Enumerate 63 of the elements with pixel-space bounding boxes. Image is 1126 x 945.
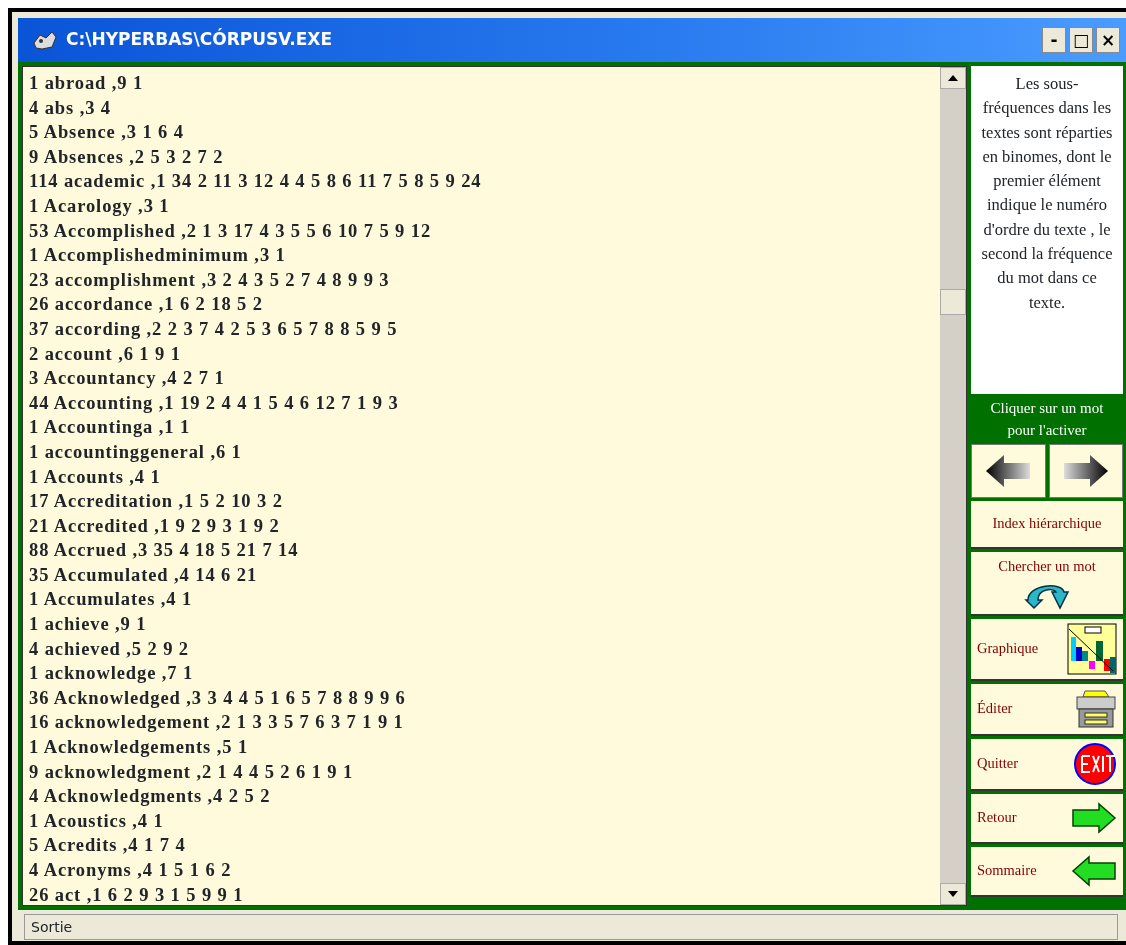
status-bar: Sortie	[24, 914, 1118, 940]
app-icon	[32, 29, 58, 51]
word-entry[interactable]: 88 Accrued ,3 35 4 18 5 21 7 14	[29, 538, 934, 563]
down-arrow-icon	[948, 891, 958, 897]
word-entry[interactable]: 26 act ,1 6 2 9 3 1 5 9 9 1	[29, 882, 934, 908]
word-entry[interactable]: 44 Accounting ,1 19 2 4 4 1 5 4 6 12 7 1 9 3	[29, 390, 934, 416]
word-entry[interactable]: 36 Acknowledged ,3 3 4 4 5 1 6 5 7 8 8 9 9 6	[29, 685, 934, 711]
word-entry[interactable]: 1 Accounts ,4 1	[29, 464, 934, 490]
word-entry[interactable]: 1 acknowledge ,7 1	[29, 661, 934, 686]
hint-text: Cliquer sur un mot pour l'activer	[989, 399, 1105, 440]
word-entry[interactable]: 9 acknowledgment ,2 1 4 4 5 2 6 1 9 1	[29, 759, 934, 785]
menu-button[interactable]: Index hiérarchique	[971, 501, 1123, 549]
word-entry[interactable]: 35 Accumulated ,4 14 6 21	[29, 562, 934, 588]
exit-sign-icon	[1073, 742, 1117, 786]
word-entry[interactable]: 1 abroad ,9 1	[29, 71, 934, 96]
menu-button[interactable]: Chercher un mot	[971, 552, 1123, 616]
menu-button[interactable]: Quitter	[971, 739, 1123, 791]
word-entry[interactable]: 1 Acarology ,3 1	[29, 193, 934, 219]
scroll-down-button[interactable]	[940, 883, 966, 905]
word-entry[interactable]: 4 achieved ,5 2 9 2	[29, 636, 934, 662]
maximize-button[interactable]: □	[1069, 27, 1093, 53]
word-entry[interactable]: 23 accomplishment ,3 2 4 3 5 2 7 4 8 9 9 3	[29, 267, 934, 293]
word-entry[interactable]: 1 accountinggeneral ,6 1	[29, 439, 934, 465]
forward-button[interactable]	[1048, 444, 1123, 498]
word-entry[interactable]: 9 Absences ,2 5 3 2 7 2	[29, 144, 934, 170]
up-arrow-icon	[948, 75, 958, 81]
scroll-up-button[interactable]	[940, 67, 966, 89]
word-entry[interactable]: 4 Acronyms ,4 1 5 1 6 2	[29, 858, 934, 883]
word-entry[interactable]: 1 Acknowledgements ,5 1	[29, 735, 934, 760]
minimize-button[interactable]: -	[1042, 27, 1066, 53]
help-text: Les sous-fréquences dans les textes sont réparties en binomes, dont le premier élément indique le numéro d'ordre du texte , le second la fréquence du mot dans ce texte.	[971, 66, 1123, 394]
word-entry[interactable]: 17 Accreditation ,1 5 2 10 3 2	[29, 489, 934, 514]
window-title: C:\HYPERBAS\CÓRPUSV.EXE	[66, 27, 333, 52]
word-entry[interactable]: 114 academic ,1 34 2 11 3 12 4 4 5 8 6 11 7 5 8 5 9 24	[29, 169, 934, 194]
word-entry[interactable]: 3 Accountancy ,4 2 7 1	[29, 366, 934, 391]
scroll-thumb[interactable]	[940, 289, 966, 315]
word-entry[interactable]: 1 Accumulates ,4 1	[29, 587, 934, 613]
word-entry[interactable]: 21 Accredited ,1 9 2 9 3 1 9 2	[29, 513, 934, 539]
word-entry[interactable]: 26 accordance ,1 6 2 18 5 2	[29, 292, 934, 317]
word-entry[interactable]: 5 Acredits ,4 1 7 4	[29, 833, 934, 858]
word-entry[interactable]: 1 Accountinga ,1 1	[29, 415, 934, 440]
word-entry[interactable]: 53 Accomplished ,2 1 3 17 4 3 5 5 6 10 7 5 9 12	[29, 218, 934, 244]
word-entry[interactable]: 4 Acknowledgments ,4 2 5 2	[29, 784, 934, 809]
word-entry[interactable]: 2 account ,6 1 9 1	[29, 341, 934, 367]
word-entry[interactable]: 1 Acoustics ,4 1	[29, 808, 934, 834]
chart-icon	[1067, 623, 1117, 675]
menu-button[interactable]: Éditer	[971, 684, 1123, 736]
word-entry[interactable]: 1 Accomplishedminimum ,3 1	[29, 243, 934, 268]
menu-button[interactable]: Retour	[971, 794, 1123, 844]
word-entry[interactable]: 37 according ,2 2 3 7 4 2 5 3 6 5 7 8 8 5 9 5	[29, 316, 934, 342]
printer-icon	[1075, 689, 1117, 729]
back-button[interactable]	[971, 444, 1046, 498]
menu-button[interactable]: Sommaire	[971, 847, 1123, 897]
word-entry[interactable]: 16 acknowledgement ,2 1 3 3 5 7 6 3 7 1 9 1	[29, 710, 934, 736]
right-arrow-icon	[1061, 453, 1110, 489]
left-arrow-icon	[984, 453, 1033, 489]
close-button[interactable]: ×	[1096, 27, 1120, 53]
left-arrow-icon	[1071, 855, 1117, 887]
word-entry[interactable]: 1 achieve ,9 1	[29, 612, 934, 637]
word-entry[interactable]: 4 abs ,3 4	[29, 95, 934, 121]
word-entry[interactable]: 5 Absence ,3 1 6 4	[29, 120, 934, 145]
right-arrow-icon	[1071, 802, 1117, 834]
menu-button[interactable]: Graphique	[971, 619, 1123, 681]
